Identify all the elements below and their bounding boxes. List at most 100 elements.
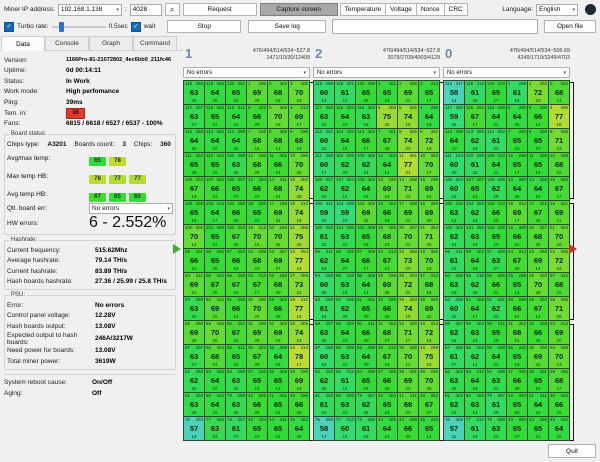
crc-button[interactable]: CRC [444, 3, 468, 16]
boards-hashrate-value: 27.36 / 25.99 / 25.8 TH/s [95, 278, 167, 285]
chip-cell: 1193016112 [335, 81, 355, 104]
workmode-label: Work mode: [4, 88, 66, 95]
ip-label: Miner IP address: [4, 6, 55, 13]
hashboard-panel-2: 2476/494/514/534~527.83079/2709/4003/412… [313, 46, 440, 441]
search-button[interactable]: ⌕ [165, 3, 180, 16]
chip-cell: 923066417 [465, 297, 485, 320]
chip-cell: 53056614 [528, 105, 548, 128]
open-file-button[interactable]: Open file [544, 20, 596, 33]
chip-cell: 453106514 [419, 417, 439, 440]
red-arrow-icon [569, 244, 577, 254]
board-error-select[interactable]: No errors▾ [443, 67, 570, 78]
chip-cell: 1203016521 [226, 81, 246, 104]
search-icon: ⌕ [170, 5, 174, 15]
chip-cell: 782886119 [356, 417, 376, 440]
chip-cell: 153066717 [549, 177, 569, 200]
chip-cell: 882986925 [184, 321, 204, 344]
chip-cell: 203077022 [398, 225, 418, 248]
chip-cell: 33036814 [549, 81, 569, 104]
boards-hashrate-label: Hash boards hashrate: [7, 278, 95, 285]
turbo-rate-checkbox[interactable]: ✓ [4, 22, 14, 32]
chip-cell: 1003036221 [444, 225, 464, 248]
chip-cell: 1152986421 [486, 105, 506, 128]
reboot-cause-value: On/Off [92, 379, 112, 386]
chip-cell: 1153116421 [226, 105, 246, 128]
tab-data[interactable]: Data [1, 36, 45, 51]
toolbar-row-2: ✓ Turbo rate: 0.5sec ✓ wait Stop Save lo… [0, 19, 600, 34]
request-button[interactable]: Request [183, 3, 257, 16]
chip-cell: 1053115921 [314, 201, 334, 224]
boards-output-label: Hash boards output: [7, 323, 95, 330]
chip-cell: 963096718 [226, 273, 246, 296]
chip-cell: 133066428 [507, 177, 527, 200]
chip-cell: 103037017 [419, 153, 439, 176]
chip-cell: 942986319 [444, 273, 464, 296]
chip-cell: 233076927 [268, 249, 288, 272]
chip-cell: 12966926 [247, 81, 267, 104]
chip-cell: 122966517 [507, 153, 527, 176]
temp-badge: 78 [109, 157, 126, 166]
chip-cell: 1182986013 [314, 81, 334, 104]
view-mode-group: Temperature Voltage Nonce CRC [341, 3, 468, 16]
check-icon: ✓ [133, 24, 138, 30]
ip-value: 192.168.1.138 [61, 6, 103, 13]
log-input[interactable] [332, 19, 538, 34]
chip-cell: 1193186125 [465, 81, 485, 104]
tab-bar: Data Console Graph Command [0, 36, 183, 51]
board-err-select[interactable]: No errors ▾ [89, 203, 173, 214]
stop-button[interactable]: Stop [167, 20, 241, 33]
tab-console[interactable]: Console [45, 36, 89, 50]
chip-cell: 1143026617 [356, 129, 376, 152]
ip-combobox[interactable]: 192.168.1.138 ▾ [58, 4, 122, 16]
wait-checkbox[interactable]: ✓ [131, 22, 141, 32]
current-hashrate-value: 83.89 TH/s [95, 268, 127, 275]
board-status-group: Board status: Chips type: A3201 Boards c… [4, 134, 176, 235]
tab-command[interactable]: Command [133, 36, 177, 50]
tab-graph[interactable]: Graph [89, 36, 133, 50]
chip-cell: 1182986325 [184, 81, 204, 104]
turbo-rate-slider[interactable] [52, 21, 106, 33]
chips-value: 360 [160, 141, 171, 148]
quit-button[interactable]: Quit [548, 444, 596, 458]
chip-cell: 1012996524 [205, 225, 225, 248]
chip-cell: 373106516 [247, 369, 267, 392]
port-input[interactable] [130, 4, 162, 16]
board-error-select[interactable]: No errors▾ [313, 67, 440, 78]
chip-cell: 853116521 [226, 345, 246, 368]
chip-cell: 1162946717 [465, 105, 485, 128]
slider-thumb[interactable] [59, 22, 64, 32]
chip-cell: 852986430 [356, 345, 376, 368]
chip-cell: 803056322 [335, 393, 355, 416]
version-value: 1166Pro-81-21072802_4ec6bb0_211fc46 [66, 57, 171, 63]
language-combobox[interactable]: English ▾ [536, 4, 578, 16]
temp-badge: 67 [89, 193, 106, 202]
bracket-segment [570, 82, 574, 199]
chip-cell: 923066226 [335, 297, 355, 320]
voltage-button[interactable]: Voltage [385, 3, 417, 16]
board-error-select[interactable]: No errors▾ [183, 67, 310, 78]
capture-screen-button[interactable]: Capture screen [260, 3, 338, 16]
panel-header: 0476/494/514/534~506.694249/1719/3249/47… [443, 46, 570, 66]
chip-cell: 1033056922 [356, 201, 376, 224]
chip-cell: 183026618 [377, 201, 397, 224]
chip-cell: 363026728 [247, 345, 267, 368]
chip-cell: 113017721 [398, 153, 418, 176]
chip-cell: 243056823 [247, 249, 267, 272]
chip-cell: 232886914 [528, 249, 548, 272]
chip-cell: 453106418 [549, 417, 569, 440]
nonce-button[interactable]: Nonce [416, 3, 445, 16]
uptime-label: Uptime: [4, 67, 66, 74]
save-log-button[interactable]: Save log [248, 20, 326, 33]
logo-icon[interactable] [585, 4, 596, 15]
chip-cell: 833126418 [465, 369, 485, 392]
temperature-button[interactable]: Temperature [340, 3, 387, 16]
chip-cell: 73106816 [247, 129, 267, 152]
chip-cell: 1023036729 [226, 225, 246, 248]
chip-cell: 123066826 [247, 153, 267, 176]
chip-cell: 92996824 [289, 129, 309, 152]
chip-cell: 223057224 [549, 249, 569, 272]
chip-cell: 123026414 [377, 153, 397, 176]
hashboard-panels: 1476/494/514/534~527.81471/10/30/12409No… [183, 46, 570, 441]
chip-cell: 163107416 [289, 201, 309, 224]
avg-temp-hb-label: Avg temp HB: [7, 191, 89, 198]
